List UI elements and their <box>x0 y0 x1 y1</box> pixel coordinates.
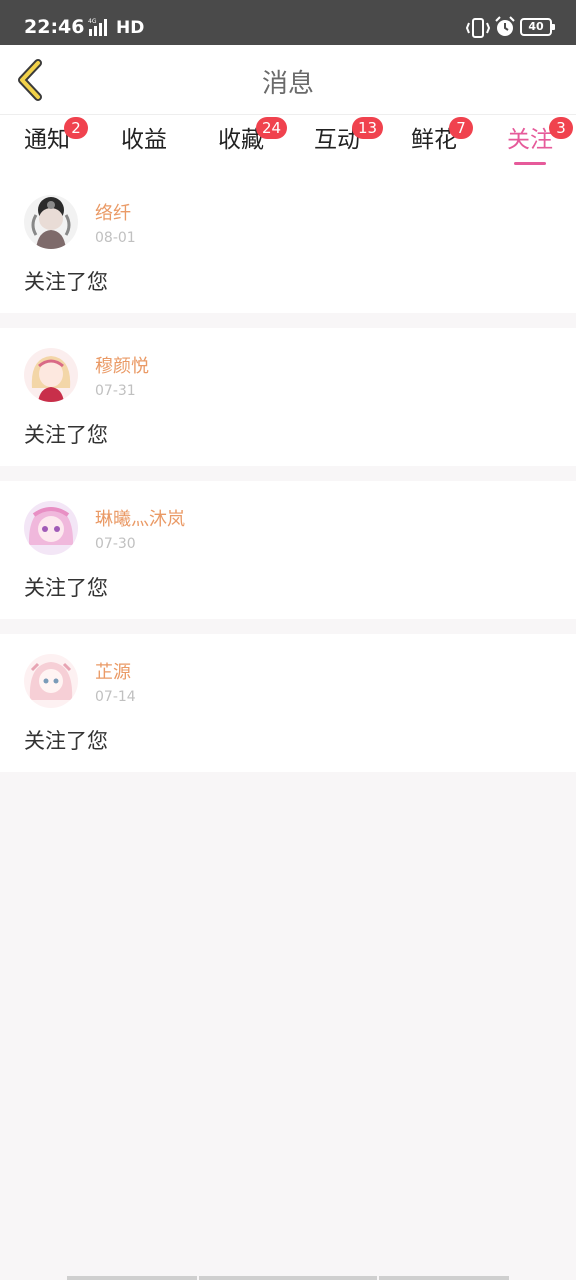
follow-date: 07-31 <box>95 383 136 399</box>
user-name[interactable]: 络纤 <box>95 199 131 225</box>
follow-date: 08-01 <box>95 230 136 246</box>
nav-indicator-right <box>379 1276 509 1280</box>
user-name[interactable]: 琳曦灬沐岚 <box>95 505 185 531</box>
list-item[interactable]: 络纤 08-01 关注了您 <box>0 175 576 313</box>
tab-badge: 24 <box>256 117 288 139</box>
tab-badge: 13 <box>352 117 384 139</box>
tab-flowers[interactable]: 鲜花 7 <box>409 117 473 165</box>
alarm-icon <box>495 16 515 36</box>
follow-message: 关注了您 <box>24 423 108 447</box>
tab-follows[interactable]: 关注 3 <box>505 117 573 165</box>
status-time: 22:46 <box>24 16 85 38</box>
tab-earnings[interactable]: 收益 <box>119 125 169 165</box>
tab-badge: 2 <box>64 117 88 139</box>
signal-icon: 4G <box>88 18 107 36</box>
tab-label: 收益 <box>121 127 167 153</box>
active-tab-indicator <box>514 162 546 165</box>
tab-badge: 7 <box>449 117 473 139</box>
follow-message: 关注了您 <box>24 729 108 753</box>
nav-indicator-left <box>67 1276 197 1280</box>
follow-date: 07-30 <box>95 536 136 552</box>
follow-message: 关注了您 <box>24 576 108 600</box>
tab-interactions[interactable]: 互动 13 <box>312 117 384 165</box>
hd-indicator: HD <box>116 18 145 38</box>
tab-badge: 3 <box>549 117 573 139</box>
avatar[interactable] <box>24 195 78 249</box>
avatar[interactable] <box>24 654 78 708</box>
list-item[interactable]: 琳曦灬沐岚 07-30 关注了您 <box>0 481 576 619</box>
user-name[interactable]: 穆颜悦 <box>95 352 149 378</box>
avatar[interactable] <box>24 348 78 402</box>
battery-icon: 40 <box>520 18 555 36</box>
page-title: 消息 <box>261 69 314 99</box>
avatar[interactable] <box>24 501 78 555</box>
tab-notifications[interactable]: 通知 2 <box>22 117 88 165</box>
network-label: 4G <box>88 18 97 25</box>
tab-bar: 通知 2 收益 收藏 24 互动 13 鲜花 7 关注 3 <box>0 115 576 175</box>
tab-favorites[interactable]: 收藏 24 <box>216 117 288 165</box>
tab-label: 关注 <box>507 127 553 153</box>
status-bar: 22:46 4G HD 40 <box>0 0 576 45</box>
nav-indicator-center <box>199 1276 377 1280</box>
follow-date: 07-14 <box>95 689 136 705</box>
list-item[interactable]: 穆颜悦 07-31 关注了您 <box>0 328 576 466</box>
list-item[interactable]: 芷源 07-14 关注了您 <box>0 634 576 772</box>
vibrate-icon <box>466 18 490 38</box>
follow-list: 络纤 08-01 关注了您 穆颜悦 07-31 关注了您 琳曦灬沐岚 07-30… <box>0 175 576 787</box>
follow-message: 关注了您 <box>24 270 108 294</box>
user-name[interactable]: 芷源 <box>95 658 131 684</box>
header: 消息 <box>0 45 576 115</box>
